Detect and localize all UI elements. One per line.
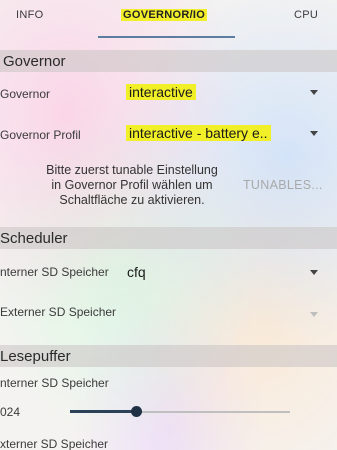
governor-profile-label: Governor Profil [0,128,81,142]
tab-info[interactable]: INFO [16,9,43,21]
readahead-section-title: Lesepuffer [0,348,71,365]
tab-governor-io[interactable]: GOVERNOR/IO [121,9,208,21]
readahead-slider-thumb[interactable] [130,406,142,417]
scheduler-section-header: Scheduler [0,227,337,249]
governor-select[interactable]: interactive [126,84,196,100]
tab-bar: INFO GOVERNOR/IO CPU [0,0,337,40]
readahead-external-label: xterner SD Speicher [0,437,109,450]
readahead-slider-fill [70,410,136,413]
tab-cpu[interactable]: CPU [294,9,318,21]
chevron-down-icon[interactable] [310,90,318,95]
governor-label: Governor [0,87,51,101]
scheduler-external-label: Externer SD Speicher [0,305,117,319]
scheduler-internal-label: nterner SD Speicher [0,265,109,279]
hint-line: Schaltfläche zu aktivieren. [59,193,205,207]
active-tab-indicator [98,36,235,38]
hint-line: Bitte zuerst tunable Einstellung [46,163,218,177]
scheduler-section-title: Scheduler [0,230,68,247]
governor-section-title: Governor [3,53,66,70]
hint-line: in Governor Profil wählen um [51,178,213,192]
scheduler-internal-select[interactable]: cfq [124,264,149,280]
chevron-down-icon[interactable] [310,270,318,275]
tunables-button[interactable]: TUNABLES... [243,178,323,192]
readahead-internal-label: nterner SD Speicher [0,376,109,390]
governor-profile-select[interactable]: interactive - battery e.. [126,125,271,141]
chevron-down-icon[interactable] [310,131,318,136]
chevron-down-icon[interactable] [310,312,318,317]
readahead-section-header: Lesepuffer [0,345,337,367]
readahead-internal-value: 024 [0,405,21,419]
tunables-hint: Bitte zuerst tunable Einstellung in Gove… [34,163,230,208]
governor-section-header: Governor [0,50,337,72]
